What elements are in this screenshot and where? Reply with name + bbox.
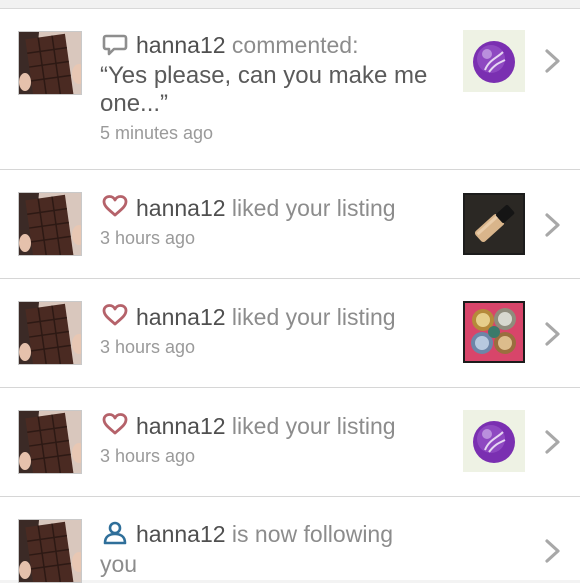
username-link[interactable]: hanna12: [136, 521, 226, 547]
action-text: is now following: [225, 521, 394, 547]
chevron-right-icon[interactable]: [543, 429, 563, 455]
top-divider: [0, 0, 580, 9]
notification-row-comment[interactable]: hanna12 commented: “Yes please, can you …: [0, 9, 580, 170]
timestamp: 3 hours ago: [100, 446, 196, 466]
purple-compact-thumbnail[interactable]: [463, 30, 525, 92]
timestamp: 5 minutes ago: [100, 123, 214, 143]
notification-text: hanna12 liked your listing 3 hours ago: [100, 302, 462, 359]
chevron-right-icon[interactable]: [543, 538, 563, 564]
action-text: liked your listing: [225, 413, 396, 439]
notification-text: hanna12 liked your listing 3 hours ago: [100, 411, 462, 468]
notification-text: hanna12 liked your listing 3 hours ago: [100, 193, 462, 250]
action-text-continued: you: [100, 551, 138, 577]
notification-text: hanna12 is now following you: [100, 519, 462, 579]
username-link[interactable]: hanna12: [136, 195, 226, 221]
chevron-right-icon[interactable]: [543, 321, 563, 347]
avatar[interactable]: [18, 519, 82, 583]
username-link[interactable]: hanna12: [136, 32, 226, 58]
avatar[interactable]: [18, 31, 82, 95]
concealer-tube-thumbnail[interactable]: [463, 193, 525, 255]
notification-text: hanna12 commented: “Yes please, can you …: [100, 30, 462, 145]
avatar[interactable]: [18, 192, 82, 256]
notification-row-like[interactable]: hanna12 liked your listing 3 hours ago: [0, 279, 580, 388]
username-link[interactable]: hanna12: [136, 304, 226, 330]
chevron-right-icon[interactable]: [543, 212, 563, 238]
avatar[interactable]: [18, 301, 82, 365]
notification-row-like[interactable]: hanna12 liked your listing 3 hours ago: [0, 388, 580, 497]
username-link[interactable]: hanna12: [136, 413, 226, 439]
chevron-right-icon[interactable]: [543, 48, 563, 74]
eyeshadow-pots-thumbnail[interactable]: [463, 301, 525, 363]
comment-quote: “Yes please, can you make me one...”: [100, 62, 428, 117]
notifications-feed: hanna12 commented: “Yes please, can you …: [0, 0, 580, 583]
purple-compact-thumbnail[interactable]: [463, 410, 525, 472]
notification-row-follow[interactable]: hanna12 is now following you: [0, 497, 580, 583]
timestamp: 3 hours ago: [100, 337, 196, 357]
notification-row-like[interactable]: hanna12 liked your listing 3 hours ago: [0, 170, 580, 279]
timestamp: 3 hours ago: [100, 228, 196, 248]
action-text: commented:: [225, 32, 359, 58]
avatar[interactable]: [18, 410, 82, 474]
action-text: liked your listing: [225, 195, 396, 221]
action-text: liked your listing: [225, 304, 396, 330]
